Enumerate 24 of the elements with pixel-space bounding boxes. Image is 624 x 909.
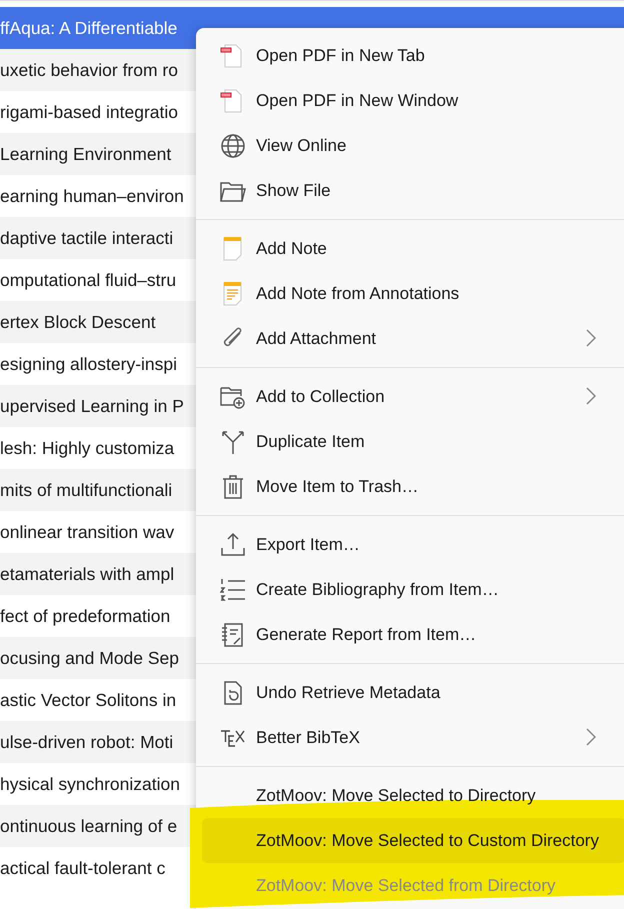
menu-item[interactable]: Duplicate Item [202, 419, 624, 464]
menu-item[interactable]: Add to Collection [202, 374, 624, 419]
menu-item[interactable]: Better BibTeX [202, 715, 624, 760]
tex-logo-icon [220, 728, 246, 748]
menu-item[interactable]: Show File [202, 168, 624, 213]
menu-item[interactable]: Add Note from Annotations [202, 271, 624, 316]
fork-icon [220, 428, 246, 454]
menu-item[interactable]: Generate Report from Item… [202, 612, 624, 657]
menu-item[interactable]: View Online [202, 123, 624, 168]
report-icon [220, 622, 246, 648]
trash-icon [220, 474, 246, 500]
menu-item[interactable]: ZotMoov: Move Selected to Custom Directory [202, 818, 624, 863]
menu-item[interactable]: Open PDF in New Window [202, 78, 624, 123]
menu-item[interactable]: Move Item to Trash… [202, 464, 624, 509]
menu-item[interactable]: Undo Retrieve Metadata [202, 670, 624, 715]
menu-item[interactable]: Open PDF in New Tab [202, 33, 624, 78]
menu-item[interactable]: Add Note [202, 226, 624, 271]
menu-item[interactable]: Export Item… [202, 522, 624, 567]
menu-item[interactable]: ZotMoov: Move Selected to Directory [202, 773, 624, 818]
menu-item[interactable]: Add Attachment [202, 316, 624, 361]
globe-icon [220, 132, 246, 158]
numbered-list-icon [220, 576, 246, 602]
upload-icon [220, 532, 246, 558]
menu-item[interactable]: Create Bibliography from Item… [202, 567, 624, 612]
